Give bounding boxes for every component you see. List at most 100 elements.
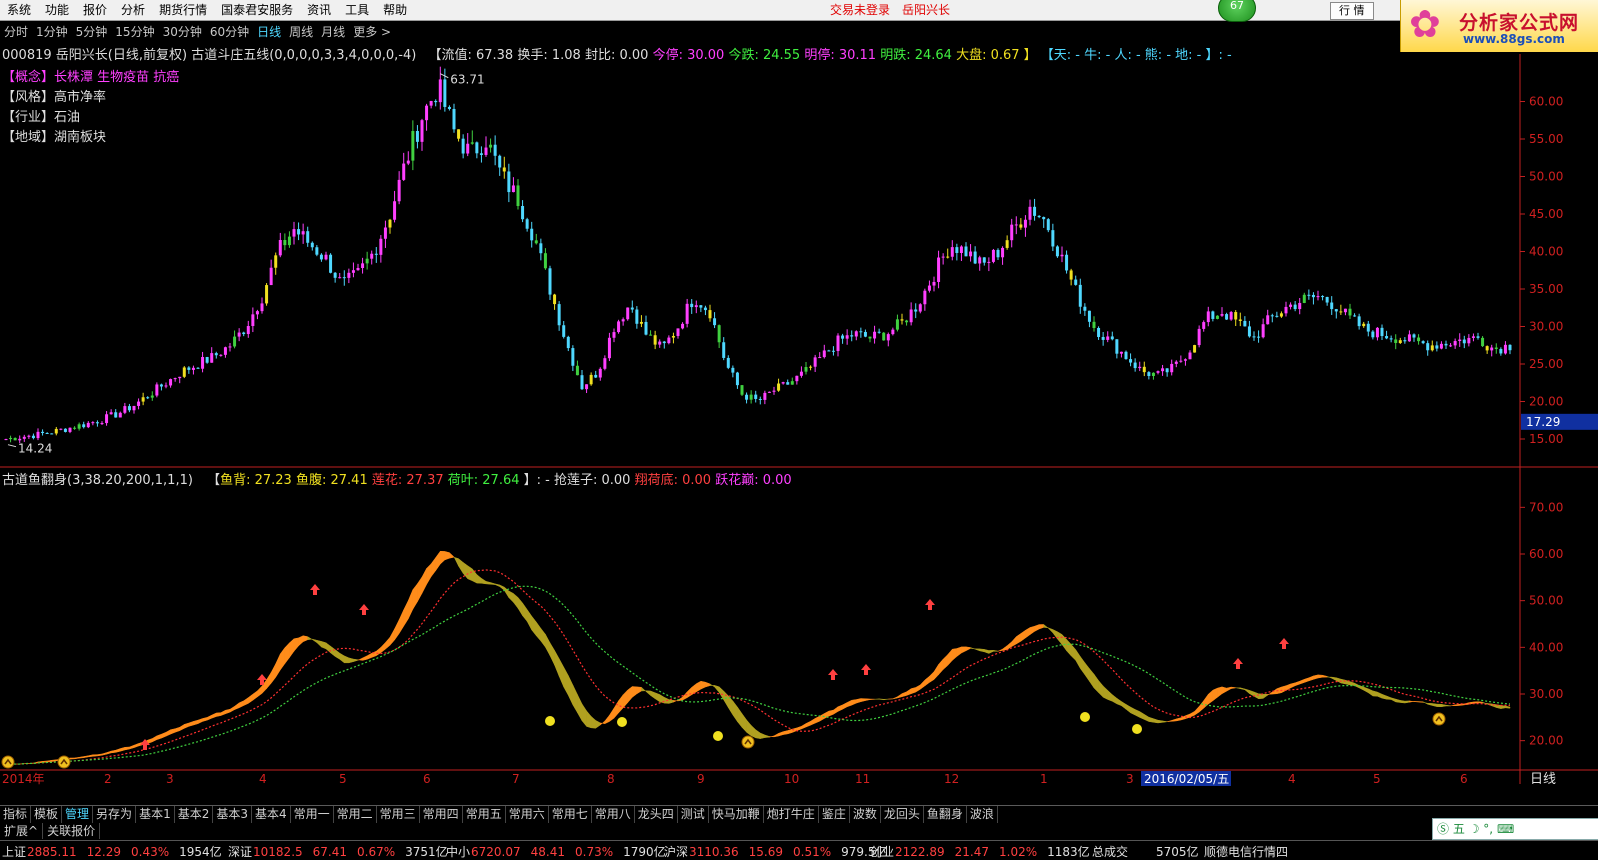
period-15min[interactable]: 15分钟 xyxy=(111,22,158,42)
period-30min[interactable]: 30分钟 xyxy=(159,22,206,42)
menu-item-analysis[interactable]: 分析 xyxy=(114,0,152,20)
tab-4[interactable]: 基本1 xyxy=(136,806,175,823)
tab-11[interactable]: 常用四 xyxy=(420,806,463,823)
candle-body xyxy=(78,424,81,428)
tab-9[interactable]: 常用二 xyxy=(334,806,377,823)
candle-body xyxy=(87,423,90,427)
fish-band-segment xyxy=(733,701,738,722)
candle-body xyxy=(1399,340,1402,343)
period-monthly[interactable]: 月线 xyxy=(317,22,349,42)
ime-toolbar[interactable]: Ⓢ 五 ☽ °, ⌨ xyxy=(1432,818,1598,840)
candle-body xyxy=(1198,329,1201,345)
tab-3[interactable]: 另存为 xyxy=(93,806,136,823)
trade-login-notice[interactable]: 交易未登录 xyxy=(830,3,890,17)
index-3[interactable]: 沪深3110.3615.690.51%979.5亿 xyxy=(664,843,897,860)
fish-band-segment xyxy=(1048,628,1053,633)
fish-band-segment xyxy=(152,736,157,742)
candle-body xyxy=(645,322,648,335)
low-label: 14.24 xyxy=(18,442,52,456)
fish-band-segment xyxy=(765,735,770,738)
moon-icon: ☽ xyxy=(1469,822,1480,836)
tab-2[interactable]: 管理 xyxy=(62,806,93,823)
fish-band-segment xyxy=(897,694,902,698)
candle-body xyxy=(594,375,597,378)
chart-area[interactable]: 15.0020.0025.0030.0035.0040.0045.0050.00… xyxy=(0,44,1598,804)
menu-item-help[interactable]: 帮助 xyxy=(376,0,414,20)
candle-body xyxy=(946,257,949,258)
candle-body xyxy=(1326,297,1329,303)
tab-6[interactable]: 基本3 xyxy=(213,806,252,823)
candle-body xyxy=(763,393,766,400)
tab-20[interactable]: 鉴庄 xyxy=(819,806,850,823)
candle-body xyxy=(741,385,744,395)
tab-14[interactable]: 常用七 xyxy=(549,806,592,823)
tab-21[interactable]: 波数 xyxy=(850,806,881,823)
menu-item-system[interactable]: 系统 xyxy=(0,0,38,20)
index-2[interactable]: 中小6720.0748.410.73%1790亿 xyxy=(446,843,676,860)
fish-band-segment xyxy=(719,687,724,700)
fish-band-segment xyxy=(1012,637,1017,647)
tab-18[interactable]: 快马加鞭 xyxy=(709,806,764,823)
tab-23[interactable]: 鱼翻身 xyxy=(924,806,967,823)
period-more[interactable]: 更多 > xyxy=(349,22,395,42)
index-1[interactable]: 深证10182.567.410.67%3751亿 xyxy=(228,843,458,860)
menu-item-function[interactable]: 功能 xyxy=(38,0,76,20)
menu-item-gtja-service[interactable]: 国泰君安服务 xyxy=(214,0,300,20)
tab-15[interactable]: 常用八 xyxy=(592,806,635,823)
tab-17[interactable]: 测试 xyxy=(678,806,709,823)
period-daily[interactable]: 日线 xyxy=(253,22,285,42)
menu-item-tools[interactable]: 工具 xyxy=(338,0,376,20)
index-0[interactable]: 上证2885.1112.290.43%1954亿 xyxy=(2,843,232,860)
candle-body xyxy=(14,438,17,440)
candle-body xyxy=(306,231,309,243)
candle-body xyxy=(672,336,675,338)
tab-7[interactable]: 基本4 xyxy=(252,806,291,823)
buy-arrow-icon xyxy=(1279,638,1289,649)
tab-13[interactable]: 常用六 xyxy=(506,806,549,823)
period-5min[interactable]: 5分钟 xyxy=(72,22,112,42)
tab-22[interactable]: 龙回头 xyxy=(881,806,924,823)
menu-item-quote[interactable]: 报价 xyxy=(76,0,114,20)
month-label: 1 xyxy=(1040,772,1048,786)
fish-band-segment xyxy=(1240,688,1245,690)
tab-12[interactable]: 常用五 xyxy=(463,806,506,823)
fish-band-segment xyxy=(1153,719,1158,723)
fish-band-segment xyxy=(1455,704,1460,706)
tab-10[interactable]: 常用三 xyxy=(377,806,420,823)
fish-band-segment xyxy=(289,639,294,658)
fish-band-segment xyxy=(1318,675,1323,678)
fish-band-segment xyxy=(422,568,427,593)
quote-button[interactable]: 行 情 xyxy=(1330,2,1374,20)
period-60min[interactable]: 60分钟 xyxy=(206,22,253,42)
related-quote-button[interactable]: 关联报价 xyxy=(43,823,100,839)
fish-band-segment xyxy=(408,590,413,619)
tab-19[interactable]: 炮打牛庄 xyxy=(764,806,819,823)
candle-body xyxy=(430,101,433,106)
tab-16[interactable]: 龙头四 xyxy=(635,806,678,823)
fish-band-segment xyxy=(532,616,537,636)
tab-24[interactable]: 波浪 xyxy=(967,806,998,823)
candle-body xyxy=(110,412,113,414)
period-1min[interactable]: 1分钟 xyxy=(32,22,72,42)
tab-1[interactable]: 模板 xyxy=(31,806,62,823)
tab-5[interactable]: 基本2 xyxy=(175,806,214,823)
fish-band-segment xyxy=(385,637,390,649)
period-fenshi[interactable]: 分时 xyxy=(0,22,32,42)
score-badge[interactable]: 67 xyxy=(1218,0,1256,22)
fish-band-segment xyxy=(893,697,898,699)
tab-0[interactable]: 指标 xyxy=(0,806,31,823)
fish-band-segment xyxy=(1227,687,1232,691)
menu-item-futures[interactable]: 期货行情 xyxy=(152,0,214,20)
candle-body xyxy=(453,109,456,129)
candle-body xyxy=(969,252,972,257)
fish-band-segment xyxy=(1126,704,1131,712)
candle-body xyxy=(832,351,835,352)
tab-8[interactable]: 常用一 xyxy=(291,806,334,823)
candle-body xyxy=(1143,367,1146,372)
menu-item-news[interactable]: 资讯 xyxy=(300,0,338,20)
index-4[interactable]: 创业2122.8921.471.02%1183亿 xyxy=(870,843,1100,860)
jindie-value: 今跌: 24.55 xyxy=(728,48,800,63)
fish-band-segment xyxy=(93,755,98,757)
expand-button[interactable]: 扩展^ xyxy=(0,823,43,839)
period-weekly[interactable]: 周线 xyxy=(285,22,317,42)
